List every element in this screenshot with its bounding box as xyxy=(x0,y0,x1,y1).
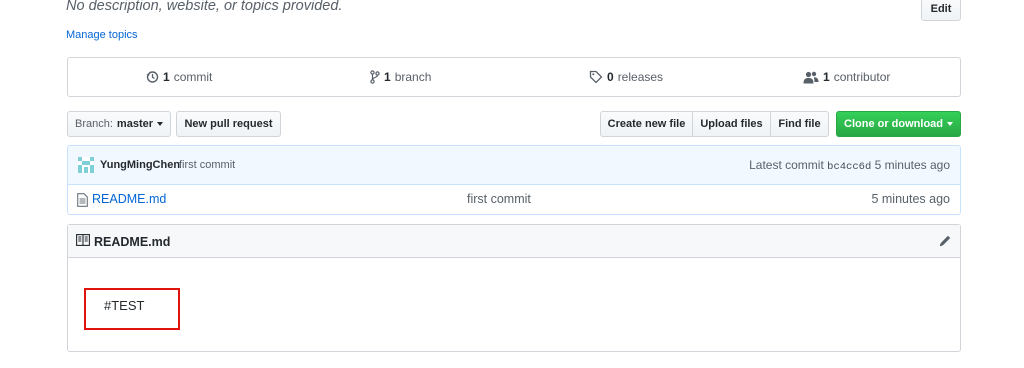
caret-down-icon xyxy=(157,122,163,126)
pencil-icon[interactable] xyxy=(938,234,952,251)
caret-down-icon xyxy=(947,122,953,126)
release-label: releases xyxy=(617,70,664,84)
file-navigator: YungMingChen first commit Latest commit … xyxy=(67,145,961,215)
clone-or-download-button[interactable]: Clone or download xyxy=(836,111,961,137)
file-age: 5 minutes ago xyxy=(871,192,950,206)
contributor-count: 1 xyxy=(823,70,830,84)
latest-commit-info: Latest commit bc4cc6d 5 minutes ago xyxy=(749,158,950,173)
branch-name: master xyxy=(116,118,153,130)
find-file-button[interactable]: Find file xyxy=(770,111,829,137)
releases-link[interactable]: 0 releases xyxy=(589,58,663,96)
manage-topics-link[interactable]: Manage topics xyxy=(66,29,138,41)
commit-author-link[interactable]: YungMingChen xyxy=(100,159,180,171)
commit-label: commit xyxy=(173,70,213,84)
history-icon xyxy=(145,70,159,84)
commit-sha-link[interactable]: bc4cc6d xyxy=(827,161,871,173)
commit-age: 5 minutes ago xyxy=(874,158,950,172)
latest-commit-prefix: Latest commit xyxy=(749,158,824,172)
repo-description: No description, website, or topics provi… xyxy=(66,0,343,14)
contributor-label: contributor xyxy=(833,70,891,84)
upload-files-button[interactable]: Upload files xyxy=(692,111,771,137)
branches-link[interactable]: 1 branch xyxy=(370,58,431,96)
new-pull-request-button[interactable]: New pull request xyxy=(176,111,281,137)
commit-message-link[interactable]: first commit xyxy=(179,159,235,171)
release-count: 0 xyxy=(607,70,614,84)
readme-header: README.md xyxy=(68,225,960,258)
repo-summary-bar: 1 commit 1 branch 0 releases 1 contribut… xyxy=(67,57,961,97)
readme-title-text: README.md xyxy=(94,234,171,249)
file-commit-message-link[interactable]: first commit xyxy=(467,192,531,206)
table-row: README.md first commit 5 minutes ago xyxy=(68,185,960,214)
tag-icon xyxy=(589,70,603,84)
edit-button[interactable]: Edit xyxy=(921,0,961,21)
create-new-file-button[interactable]: Create new file xyxy=(600,111,693,137)
branch-icon xyxy=(370,70,380,84)
latest-commit-bar: YungMingChen first commit Latest commit … xyxy=(68,146,960,185)
commit-count: 1 xyxy=(163,70,170,84)
annotation-highlight-box xyxy=(84,288,180,330)
branch-count: 1 xyxy=(384,70,391,84)
contributors-link[interactable]: 1 contributor xyxy=(803,58,890,96)
file-name-link[interactable]: README.md xyxy=(92,192,166,206)
readme-panel: README.md #TEST xyxy=(67,224,961,352)
book-icon xyxy=(76,234,90,249)
people-icon xyxy=(803,71,819,84)
commits-link[interactable]: 1 commit xyxy=(145,58,212,96)
branch-select-button[interactable]: Branch: master xyxy=(67,111,171,137)
readme-title: README.md xyxy=(76,234,170,249)
branch-prefix: Branch: xyxy=(75,118,113,130)
file-icon xyxy=(77,193,88,210)
clone-or-download-label: Clone or download xyxy=(844,118,943,130)
branch-label: branch xyxy=(394,70,432,84)
avatar[interactable] xyxy=(78,157,94,173)
